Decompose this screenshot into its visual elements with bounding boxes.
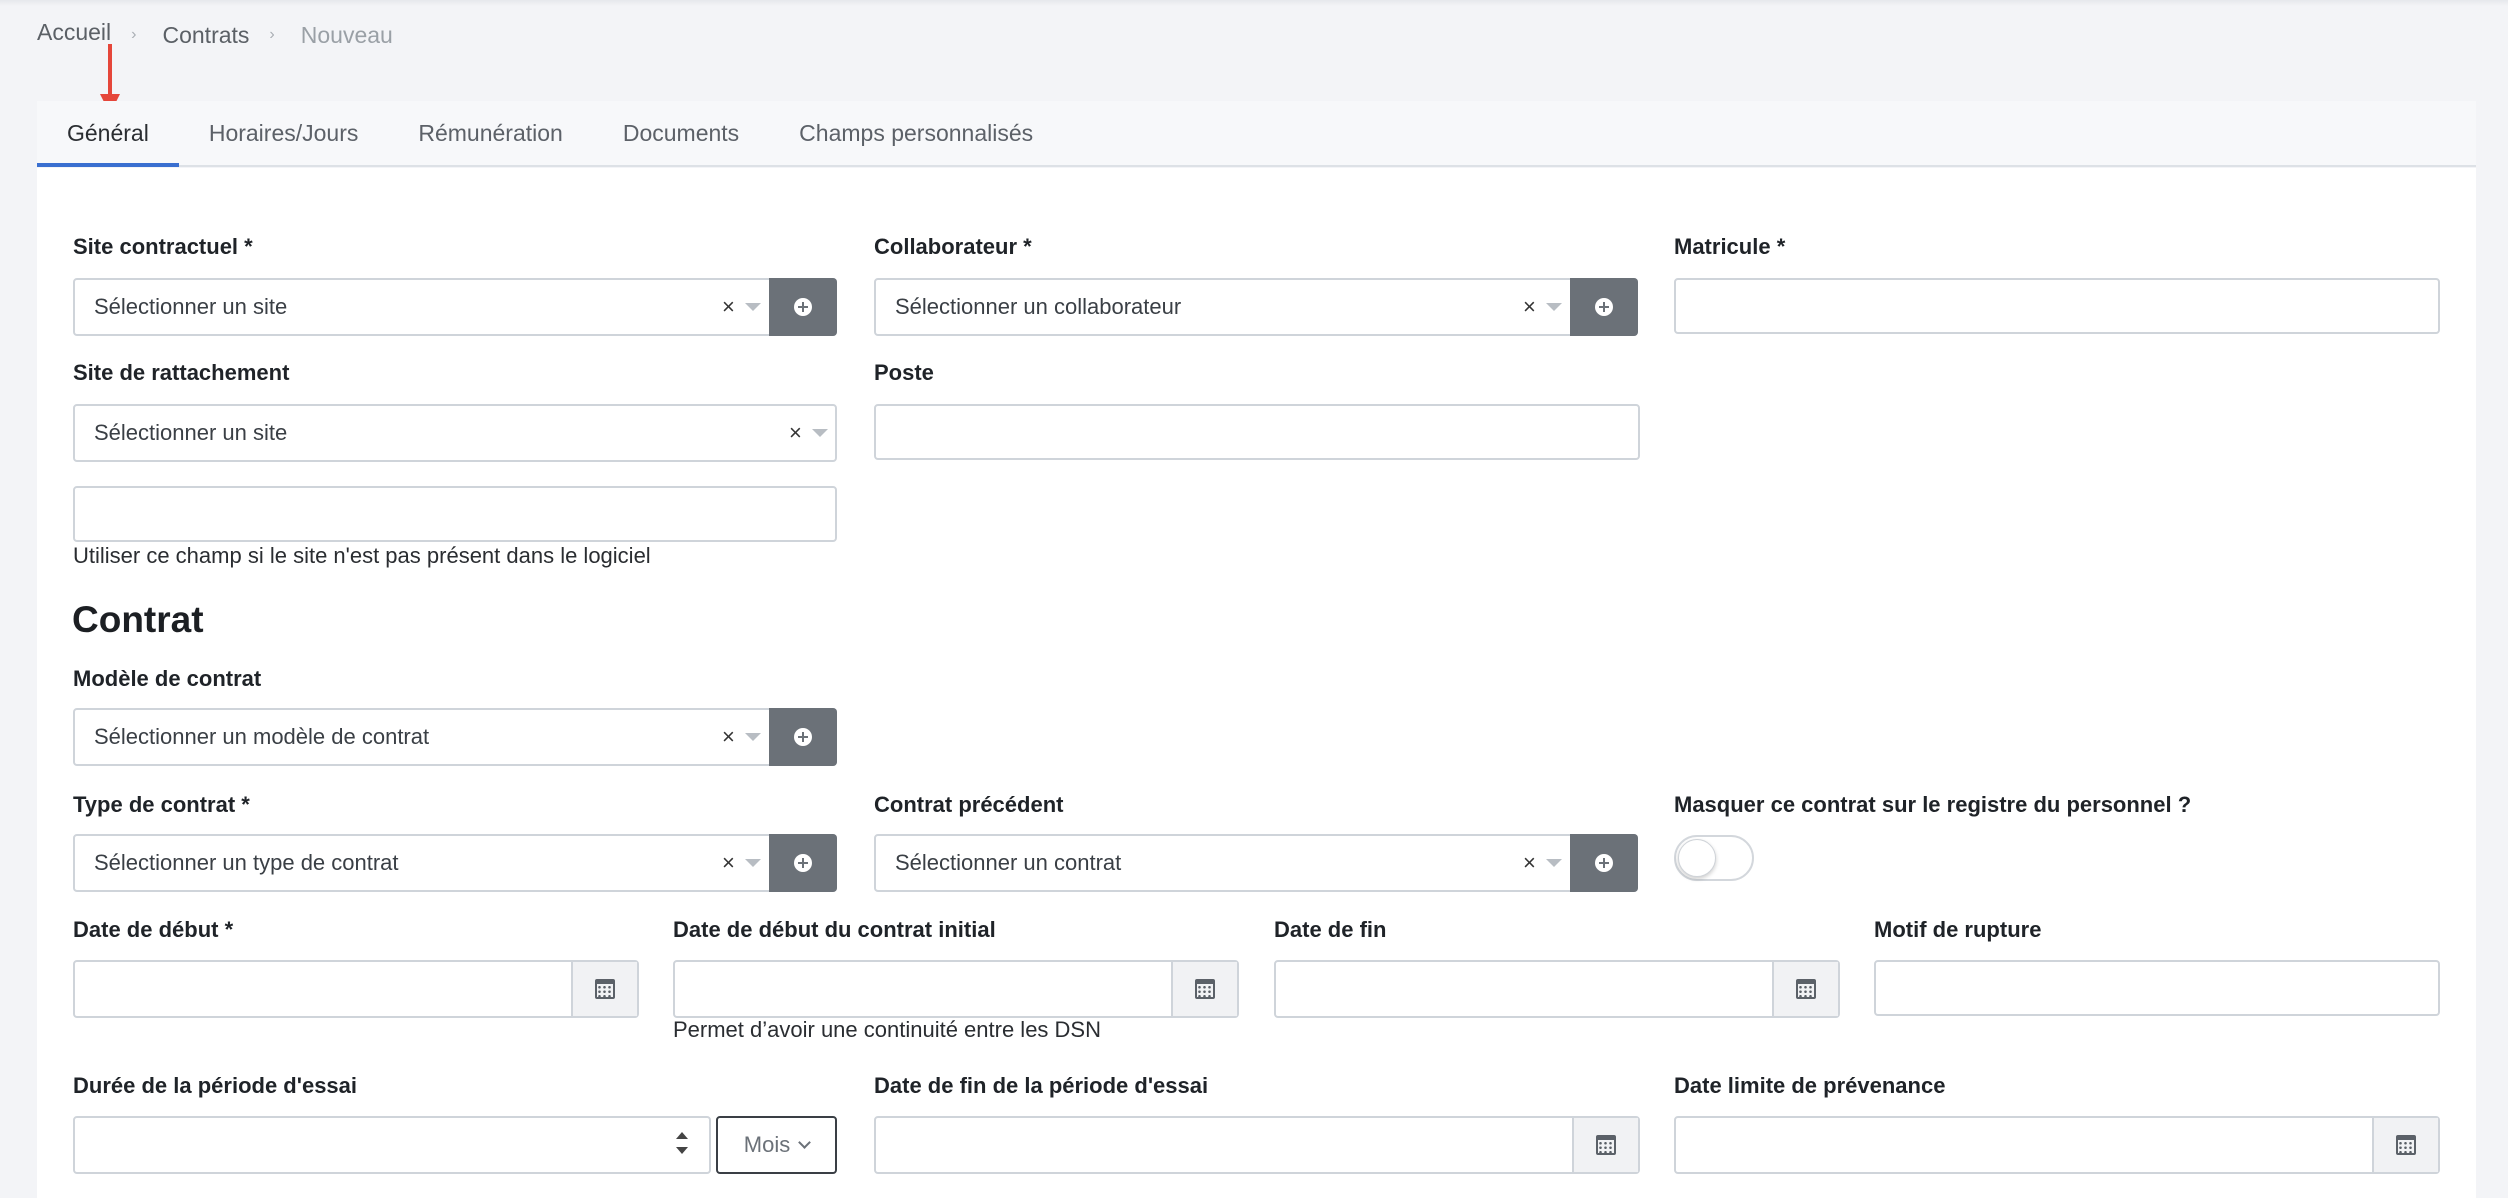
chevron-down-icon [798, 1136, 812, 1149]
collaborateur-select[interactable]: Sélectionner un collaborateur × [874, 278, 1638, 336]
clear-icon[interactable]: × [789, 406, 802, 460]
matricule-input[interactable] [1674, 278, 2440, 334]
calendar-icon [1195, 979, 1215, 999]
top-shadow [0, 0, 2508, 6]
tab-documents[interactable]: Documents [593, 101, 769, 165]
add-collaborateur-button[interactable] [1570, 278, 1638, 336]
date-fin-input[interactable] [1274, 960, 1840, 1018]
duree-essai-unit-dropdown[interactable]: Mois [716, 1116, 837, 1174]
masquer-contrat-label: Masquer ce contrat sur le registre du pe… [1674, 792, 2192, 817]
site-rattachement-placeholder: Sélectionner un site [94, 420, 288, 445]
clear-icon[interactable]: × [722, 710, 735, 764]
date-limite-prevenance-label: Date limite de prévenance [1674, 1073, 1946, 1098]
breadcrumb-current: Nouveau [300, 21, 393, 48]
breadcrumb-home[interactable]: Accueil [37, 19, 111, 46]
calendar-icon [1796, 979, 1816, 999]
breadcrumb: Accueil › Contrats › Nouveau [37, 19, 393, 50]
add-contrat-precedent-button[interactable] [1570, 834, 1638, 892]
tab-remuneration[interactable]: Rémunération [388, 101, 592, 165]
add-type-contrat-button[interactable] [769, 834, 837, 892]
caret-down-icon[interactable] [745, 303, 761, 311]
number-stepper-icon[interactable] [675, 1128, 689, 1160]
date-debut-label: Date de début * [73, 917, 234, 942]
calendar-icon [1596, 1135, 1616, 1155]
modele-contrat-label: Modèle de contrat [73, 666, 262, 691]
caret-down-icon[interactable] [745, 859, 761, 867]
calendar-icon [2396, 1135, 2416, 1155]
masquer-contrat-toggle[interactable] [1674, 835, 1754, 881]
collaborateur-placeholder: Sélectionner un collaborateur [895, 294, 1182, 319]
form-panel: Site contractuel * Sélectionner un site … [37, 168, 2476, 1198]
contrat-precedent-label: Contrat précédent [874, 792, 1064, 817]
site-rattachement-select[interactable]: Sélectionner un site × [73, 404, 837, 462]
clear-icon[interactable]: × [722, 836, 735, 890]
matricule-label: Matricule * [1674, 234, 1786, 259]
clear-icon[interactable]: × [1523, 280, 1536, 334]
clear-icon[interactable]: × [722, 280, 735, 334]
breadcrumb-separator-icon: › [131, 26, 137, 43]
toggle-knob [1678, 839, 1716, 877]
date-fin-essai-input[interactable] [874, 1116, 1640, 1174]
plus-circle-icon [1595, 854, 1613, 872]
date-fin-essai-calendar-button[interactable] [1572, 1118, 1638, 1172]
caret-down-icon[interactable] [812, 429, 828, 437]
motif-rupture-label: Motif de rupture [1874, 917, 2042, 942]
date-debut-calendar-button[interactable] [571, 962, 637, 1016]
caret-down-icon[interactable] [1546, 859, 1562, 867]
plus-circle-icon [1595, 298, 1613, 316]
site-libre-input[interactable] [73, 486, 837, 542]
plus-circle-icon [794, 298, 812, 316]
motif-rupture-input[interactable] [1874, 960, 2440, 1016]
contrat-precedent-select[interactable]: Sélectionner un contrat × [874, 834, 1638, 892]
site-contractuel-select[interactable]: Sélectionner un site × [73, 278, 837, 336]
breadcrumb-separator-icon: › [269, 26, 275, 43]
tab-general[interactable]: Général [37, 101, 179, 167]
date-debut-initial-input[interactable] [673, 960, 1239, 1018]
site-contractuel-placeholder: Sélectionner un site [94, 294, 288, 319]
date-fin-label: Date de fin [1274, 917, 1387, 942]
date-fin-essai-label: Date de fin de la période d'essai [874, 1073, 1209, 1098]
caret-down-icon[interactable] [745, 733, 761, 741]
type-contrat-select[interactable]: Sélectionner un type de contrat × [73, 834, 837, 892]
date-debut-input[interactable] [73, 960, 639, 1018]
site-contractuel-label: Site contractuel * [73, 234, 253, 259]
contrat-section-title: Contrat [72, 599, 204, 640]
duree-essai-input[interactable] [73, 1116, 711, 1174]
add-site-contractuel-button[interactable] [769, 278, 837, 336]
caret-down-icon[interactable] [1546, 303, 1562, 311]
date-debut-initial-label: Date de début du contrat initial [673, 917, 996, 942]
tab-horaires-jours[interactable]: Horaires/Jours [179, 101, 389, 165]
calendar-icon [595, 979, 615, 999]
duree-essai-label: Durée de la période d'essai [73, 1073, 358, 1098]
modele-contrat-select[interactable]: Sélectionner un modèle de contrat × [73, 708, 837, 766]
plus-circle-icon [794, 854, 812, 872]
date-limite-prevenance-input[interactable] [1674, 1116, 2440, 1174]
tab-champs-personnalises[interactable]: Champs personnalisés [769, 101, 1063, 165]
contrat-precedent-placeholder: Sélectionner un contrat [895, 850, 1122, 875]
tab-bar: Général Horaires/Jours Rémunération Docu… [37, 101, 2476, 167]
collaborateur-label: Collaborateur * [874, 234, 1032, 259]
date-debut-initial-help: Permet d’avoir une continuité entre les … [673, 1017, 1101, 1042]
type-contrat-label: Type de contrat * [73, 792, 250, 817]
site-libre-help: Utiliser ce champ si le site n'est pas p… [73, 543, 651, 568]
breadcrumb-contrats[interactable]: Contrats [162, 22, 249, 49]
date-limite-prevenance-calendar-button[interactable] [2372, 1118, 2438, 1172]
poste-label: Poste [874, 360, 934, 385]
poste-input[interactable] [874, 404, 1640, 460]
add-modele-contrat-button[interactable] [769, 708, 837, 766]
modele-contrat-placeholder: Sélectionner un modèle de contrat [94, 724, 430, 749]
type-contrat-placeholder: Sélectionner un type de contrat [94, 850, 399, 875]
date-debut-initial-calendar-button[interactable] [1171, 962, 1237, 1016]
site-rattachement-label: Site de rattachement [73, 360, 290, 385]
clear-icon[interactable]: × [1523, 836, 1536, 890]
plus-circle-icon [794, 728, 812, 746]
duree-essai-unit-label: Mois [743, 1132, 791, 1157]
date-fin-calendar-button[interactable] [1772, 962, 1838, 1016]
